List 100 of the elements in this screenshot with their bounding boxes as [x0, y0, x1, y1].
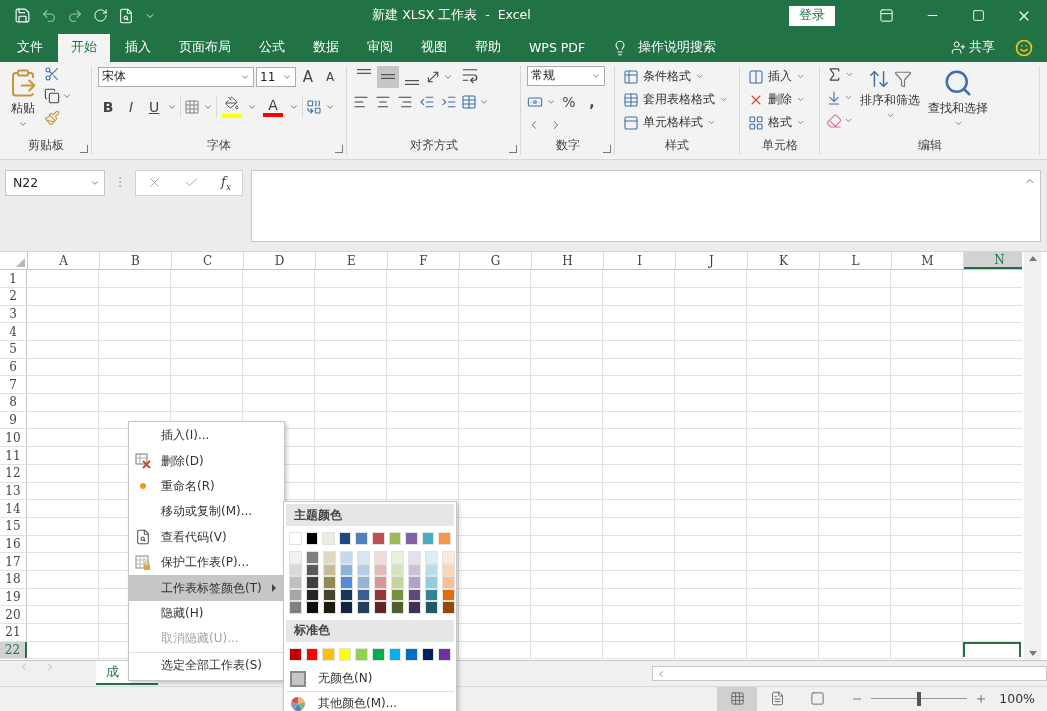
undo-icon[interactable]: [41, 7, 57, 24]
ribbon-tab[interactable]: 开始: [58, 33, 110, 62]
tell-me-search[interactable]: 操作说明搜索: [638, 39, 717, 57]
color-swatch[interactable]: [289, 532, 302, 545]
find-select-button[interactable]: 查找和选择: [926, 65, 990, 137]
grow-font-button[interactable]: A: [298, 65, 318, 88]
color-swatch[interactable]: [355, 647, 368, 661]
color-swatch[interactable]: [438, 532, 451, 545]
color-swatch[interactable]: [442, 551, 455, 564]
shrink-font-button[interactable]: A: [320, 65, 340, 88]
ribbon-display-icon[interactable]: [878, 8, 894, 24]
ribbon-tab[interactable]: 页面布局: [166, 33, 244, 62]
color-swatch[interactable]: [388, 647, 402, 661]
menu-item[interactable]: 查看代码(V): [129, 524, 284, 550]
dialog-launcher-icon[interactable]: [509, 144, 517, 153]
active-cell[interactable]: [963, 641, 1021, 657]
italic-button[interactable]: I: [121, 95, 141, 118]
bold-button[interactable]: B: [98, 95, 118, 118]
menu-item[interactable]: 保护工作表(P)...: [129, 549, 284, 576]
cells-button[interactable]: 删除: [746, 88, 807, 111]
number-format-field[interactable]: 常规: [527, 65, 605, 86]
color-swatch[interactable]: [442, 601, 455, 614]
name-box[interactable]: N22: [5, 169, 105, 196]
color-swatch[interactable]: [421, 647, 435, 661]
cells-button[interactable]: 插入: [746, 65, 807, 88]
vertical-scrollbar[interactable]: [1024, 252, 1041, 661]
color-swatch[interactable]: [391, 551, 404, 564]
print-preview-icon[interactable]: [118, 7, 134, 24]
more-colors-item[interactable]: 其他颜色(M)...: [286, 690, 454, 711]
color-swatch[interactable]: [438, 647, 451, 661]
eraser-icon[interactable]: [826, 112, 842, 129]
comma-button[interactable]: ,: [582, 90, 602, 113]
color-swatch[interactable]: [425, 551, 438, 564]
dialog-launcher-icon[interactable]: [603, 144, 611, 153]
zoom-level[interactable]: 100%: [999, 691, 1035, 707]
color-swatch[interactable]: [340, 601, 353, 614]
color-swatch[interactable]: [405, 647, 418, 661]
color-swatch[interactable]: [289, 601, 302, 614]
vertical-align-button[interactable]: [377, 65, 399, 88]
styles-button[interactable]: 条件格式: [621, 65, 706, 88]
zoom-slider-thumb[interactable]: [917, 692, 922, 706]
color-swatch[interactable]: [306, 551, 319, 564]
ribbon-tab[interactable]: 视图: [408, 33, 460, 62]
color-swatch[interactable]: [374, 551, 387, 564]
login-button[interactable]: 登录: [789, 5, 835, 26]
color-swatch[interactable]: [408, 601, 421, 614]
color-swatch[interactable]: [391, 576, 404, 589]
fill-icon[interactable]: [826, 89, 842, 106]
save-icon[interactable]: [14, 7, 31, 25]
sort-filter-button[interactable]: 排序和筛选: [858, 65, 922, 137]
color-swatch[interactable]: [421, 532, 435, 545]
color-swatch[interactable]: [306, 576, 319, 589]
menu-item[interactable]: 删除(D): [129, 448, 284, 474]
color-swatch[interactable]: [289, 576, 302, 589]
ribbon-tab[interactable]: WPS PDF: [516, 33, 599, 62]
color-swatch[interactable]: [425, 576, 438, 589]
menu-item[interactable]: 工作表标签颜色(T): [129, 575, 284, 601]
horizontal-scrollbar[interactable]: [652, 666, 1047, 682]
menu-item[interactable]: 重命名(R): [129, 473, 284, 500]
copy-icon[interactable]: [44, 87, 60, 104]
styles-button[interactable]: 单元格样式: [621, 111, 718, 134]
redo-icon[interactable]: [67, 7, 83, 24]
color-swatch[interactable]: [357, 576, 370, 589]
color-swatch[interactable]: [338, 532, 352, 545]
color-swatch[interactable]: [323, 576, 336, 589]
insert-function-button[interactable]: f$_{x}$: [221, 173, 231, 192]
color-swatch[interactable]: [371, 647, 385, 661]
color-swatch[interactable]: [425, 601, 438, 614]
underline-button[interactable]: U: [144, 95, 164, 118]
dialog-launcher-icon[interactable]: [80, 144, 88, 153]
fill-color-button[interactable]: [220, 95, 244, 118]
column-header[interactable]: N: [964, 252, 1022, 270]
borders-icon[interactable]: [184, 98, 200, 115]
font-size-field[interactable]: 11: [256, 66, 296, 87]
color-swatch[interactable]: [340, 551, 353, 564]
color-swatch[interactable]: [408, 576, 421, 589]
color-swatch[interactable]: [374, 601, 387, 614]
maximize-icon[interactable]: [971, 9, 985, 23]
color-swatch[interactable]: [355, 532, 368, 545]
color-swatch[interactable]: [289, 551, 302, 564]
color-swatch[interactable]: [340, 576, 353, 589]
format-painter-icon[interactable]: [44, 109, 60, 126]
percent-button[interactable]: %: [559, 90, 579, 113]
view-button[interactable]: [717, 687, 758, 711]
color-swatch[interactable]: [322, 532, 335, 545]
cut-icon[interactable]: [44, 65, 60, 82]
color-swatch[interactable]: [405, 532, 418, 545]
ribbon-tab[interactable]: 文件: [4, 33, 56, 62]
styles-button[interactable]: 套用表格格式: [621, 88, 730, 111]
color-swatch[interactable]: [305, 647, 319, 661]
menu-item[interactable]: 隐藏(H): [129, 600, 284, 627]
ribbon-tab[interactable]: 帮助: [462, 33, 514, 62]
cells-button[interactable]: 格式: [746, 111, 807, 134]
dialog-launcher-icon[interactable]: [335, 144, 343, 153]
ribbon-tab[interactable]: 数据: [300, 33, 352, 62]
color-swatch[interactable]: [374, 576, 387, 589]
menu-item[interactable]: 插入(I)...: [129, 423, 284, 449]
color-swatch[interactable]: [306, 601, 319, 614]
color-swatch[interactable]: [371, 532, 385, 545]
row-header[interactable]: 22: [0, 641, 27, 659]
